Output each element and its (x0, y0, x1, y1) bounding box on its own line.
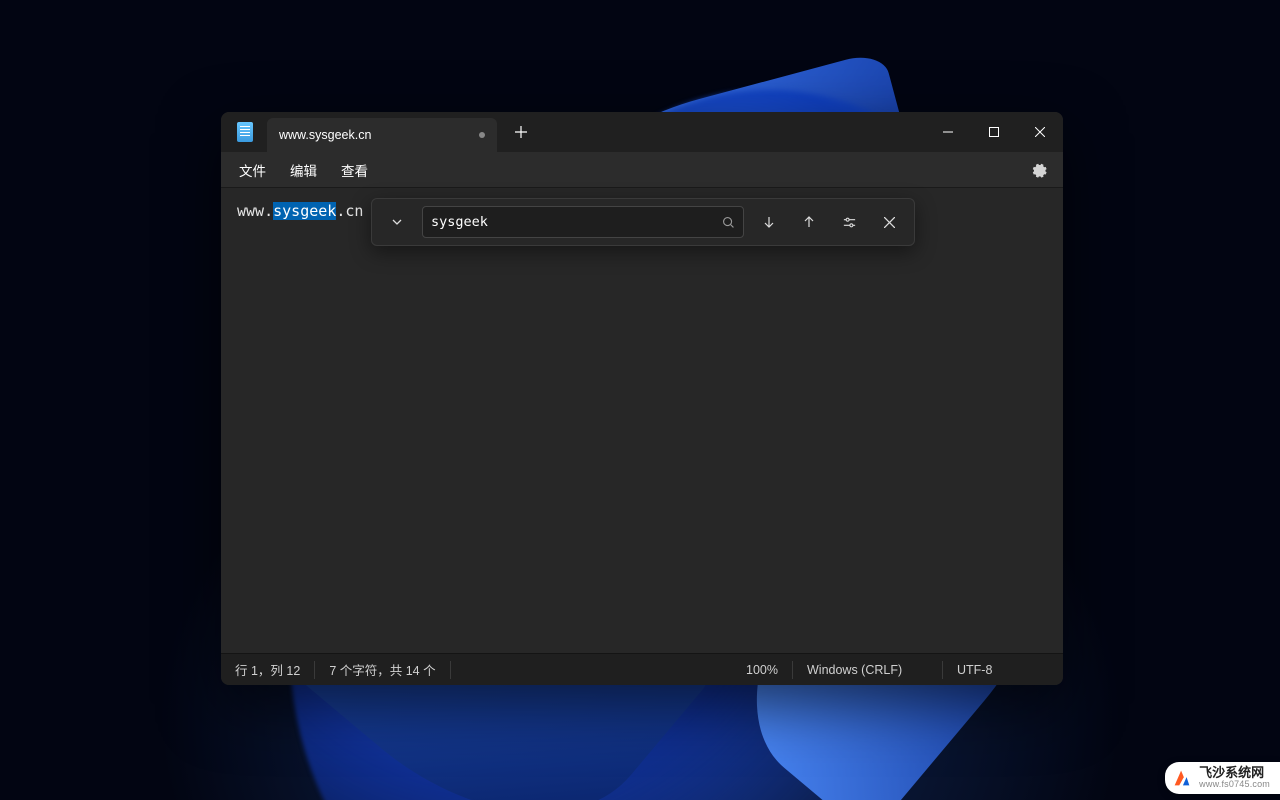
titlebar[interactable]: www.sysgeek.cn (221, 112, 1063, 152)
find-options-button[interactable] (830, 204, 868, 240)
watermark-url: www.fs0745.com (1199, 780, 1270, 790)
sliders-icon (842, 215, 857, 230)
status-position[interactable]: 行 1，列 12 (221, 661, 315, 679)
notepad-window: www.sysgeek.cn 文件 编辑 查看 www.s (221, 112, 1063, 685)
maximize-button[interactable] (971, 116, 1017, 148)
find-collapse-button[interactable] (378, 204, 416, 240)
menubar: 文件 编辑 查看 (221, 152, 1063, 188)
window-controls (925, 116, 1063, 148)
watermark-title: 飞沙系统网 (1199, 766, 1270, 780)
text-before: www. (237, 202, 273, 220)
find-input-wrap (422, 206, 744, 238)
text-after: .cn (336, 202, 363, 220)
menu-file[interactable]: 文件 (227, 154, 278, 186)
status-selection: 7 个字符，共 14 个 (315, 661, 450, 679)
settings-button[interactable] (1021, 155, 1057, 185)
find-input[interactable] (431, 214, 722, 230)
minimize-button[interactable] (925, 116, 971, 148)
status-zoom[interactable]: 100% (732, 661, 793, 679)
search-icon (722, 216, 735, 229)
tab-title: www.sysgeek.cn (279, 128, 371, 142)
text-area[interactable]: www.sysgeek.cn (221, 188, 1063, 653)
menu-view[interactable]: 查看 (329, 154, 380, 186)
document-tab[interactable]: www.sysgeek.cn (267, 118, 497, 152)
new-tab-button[interactable] (501, 116, 541, 148)
text-highlight: sysgeek (273, 202, 336, 220)
chevron-down-icon (391, 216, 403, 228)
status-encoding[interactable]: UTF-8 (943, 661, 1063, 679)
arrow-down-icon (762, 215, 776, 229)
find-prev-button[interactable] (790, 204, 828, 240)
statusbar: 行 1，列 12 7 个字符，共 14 个 100% Windows (CRLF… (221, 653, 1063, 685)
gear-icon (1031, 162, 1047, 178)
arrow-up-icon (802, 215, 816, 229)
watermark: 飞沙系统网 www.fs0745.com (1165, 762, 1280, 794)
find-next-button[interactable] (750, 204, 788, 240)
find-close-button[interactable] (870, 204, 908, 240)
close-icon (884, 217, 895, 228)
unsaved-dot-icon (479, 132, 485, 138)
status-eol[interactable]: Windows (CRLF) (793, 661, 943, 679)
watermark-logo-icon (1171, 767, 1193, 789)
menu-edit[interactable]: 编辑 (278, 154, 329, 186)
close-button[interactable] (1017, 116, 1063, 148)
notepad-icon (237, 122, 253, 142)
find-bar (371, 198, 915, 246)
